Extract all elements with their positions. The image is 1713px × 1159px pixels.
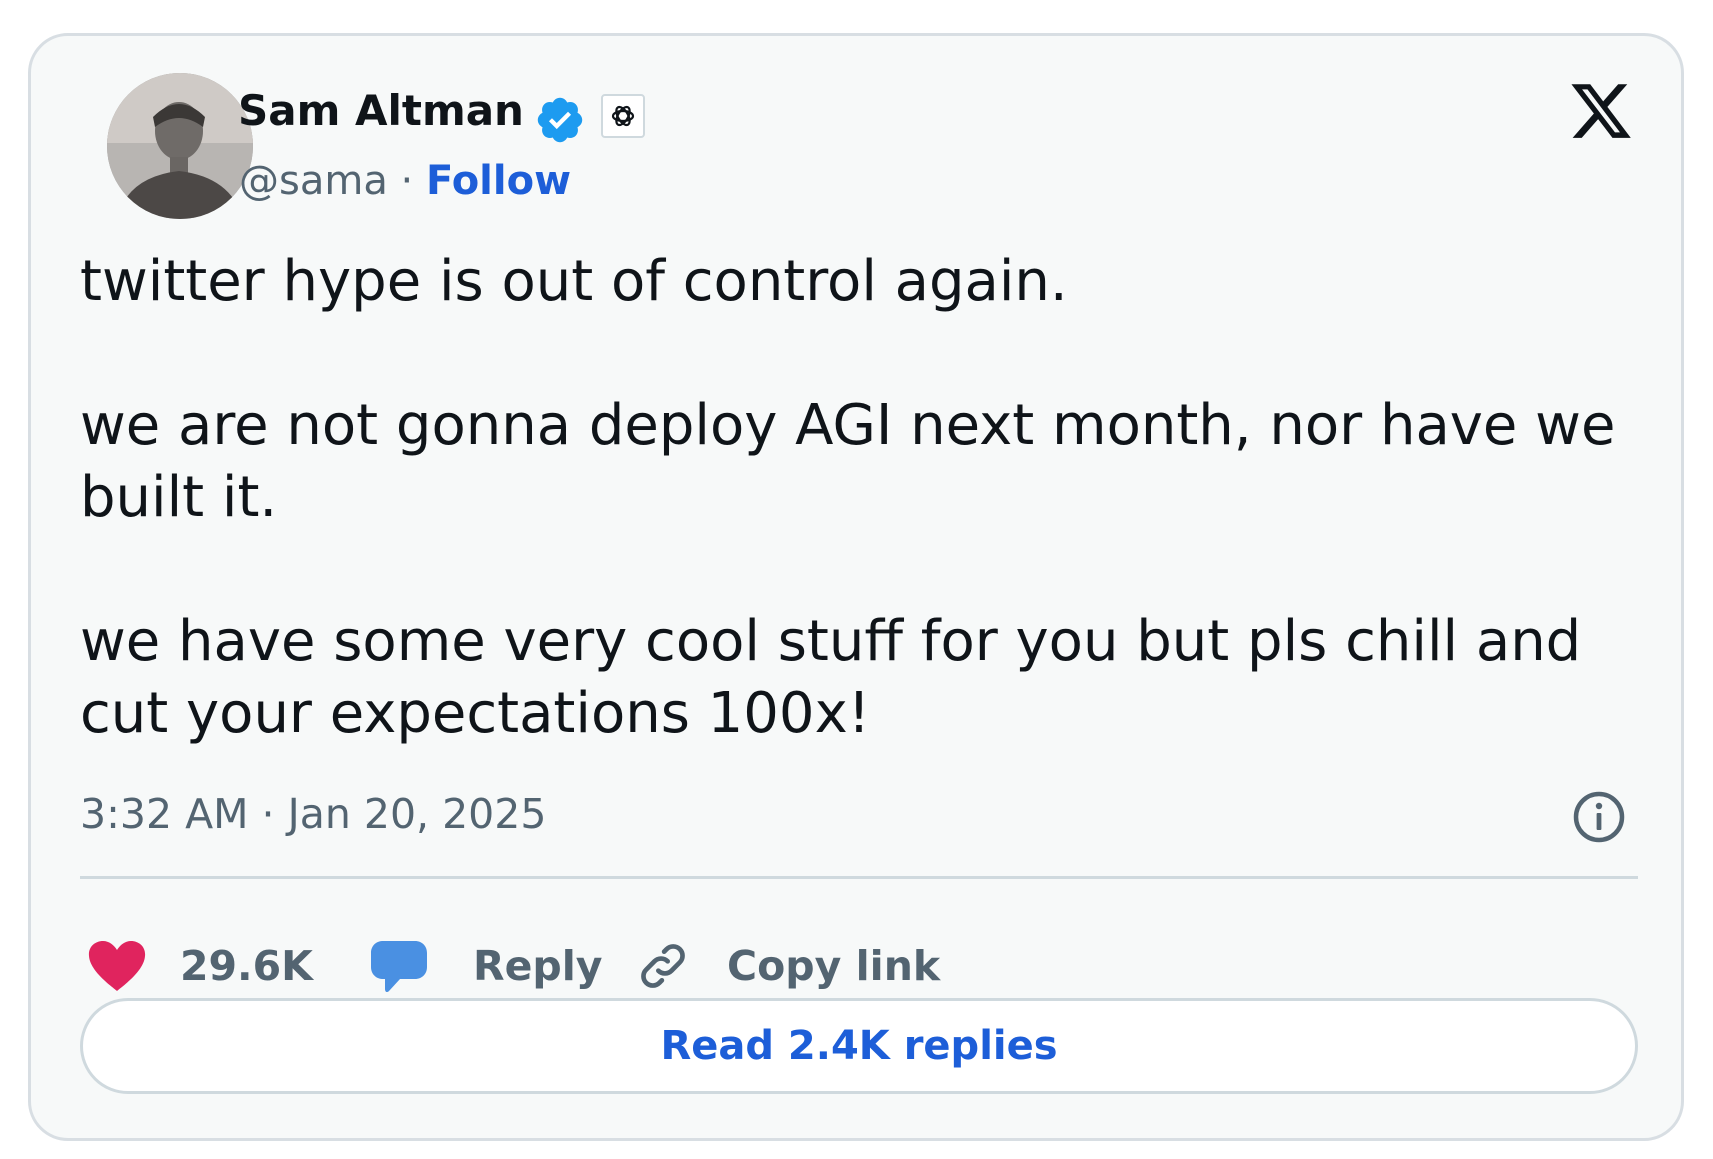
handle-row: @sama · Follow: [239, 158, 571, 204]
reply-button[interactable]: Reply: [369, 936, 603, 996]
tweet-embed-card: Sam Altman @sama · Follow twitter hype i…: [28, 33, 1684, 1141]
link-icon: [635, 938, 691, 994]
avatar[interactable]: [107, 73, 253, 219]
handle-separator: ·: [400, 158, 414, 204]
x-logo-icon[interactable]: [1566, 78, 1636, 144]
heart-icon: [86, 939, 148, 993]
reply-label: Reply: [473, 942, 603, 990]
verified-badge-icon: [534, 94, 586, 146]
like-button[interactable]: 29.6K: [86, 936, 313, 996]
author-handle[interactable]: @sama: [239, 158, 388, 204]
tweet-timestamp[interactable]: 3:32 AM · Jan 20, 2025: [80, 790, 546, 838]
author-name[interactable]: Sam Altman: [238, 86, 524, 135]
info-icon[interactable]: [1571, 789, 1627, 845]
divider: [80, 876, 1638, 879]
follow-link[interactable]: Follow: [426, 158, 571, 204]
read-replies-button[interactable]: Read 2.4K replies: [80, 998, 1638, 1094]
copy-link-label: Copy link: [727, 942, 941, 990]
like-count: 29.6K: [180, 942, 313, 990]
copy-link-button[interactable]: Copy link: [635, 936, 940, 996]
openai-logo-icon[interactable]: [601, 94, 645, 138]
tweet-text: twitter hype is out of control again. we…: [80, 249, 1616, 746]
speech-bubble-icon: [369, 938, 429, 994]
